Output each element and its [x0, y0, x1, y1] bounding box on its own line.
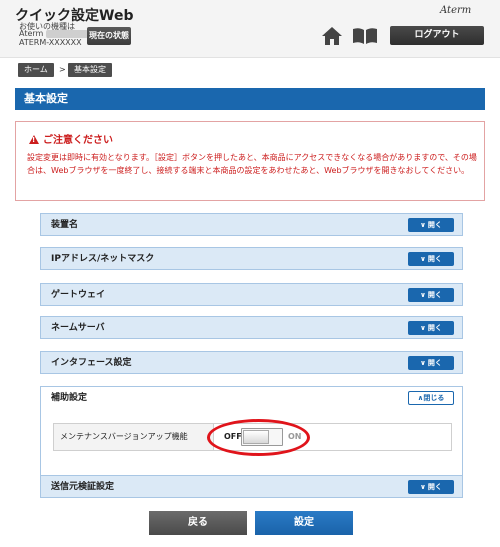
caution-text: 設定変更は即時に有効となります。［設定］ボタンを押したあと、本商品にアクセスでき… [27, 153, 477, 175]
open-button[interactable]: ∨ 開く [408, 218, 454, 232]
open-button[interactable]: ∨ 開く [408, 480, 454, 494]
section-name-server[interactable]: ネームサーバ ∨ 開く [40, 316, 463, 339]
chevron-down-icon: ∨ [420, 221, 426, 229]
section-label: IPアドレス/ネットマスク [51, 254, 155, 264]
open-button[interactable]: ∨ 開く [408, 356, 454, 370]
open-button-label: 開く [427, 483, 442, 491]
back-button[interactable]: 戻る [149, 511, 247, 535]
open-button-label: 開く [427, 359, 442, 367]
caution-box: ご注意ください 設定変更は即時に有効となります。［設定］ボタンを押したあと、本商… [15, 121, 485, 201]
section-source-verification[interactable]: 送信元検証設定 ∨ 開く [40, 475, 463, 498]
warning-icon [29, 135, 39, 144]
caution-heading-text: ご注意ください [43, 135, 113, 146]
section-gateway[interactable]: ゲートウェイ ∨ 開く [40, 283, 463, 306]
highlight-annotation [207, 419, 310, 456]
chevron-down-icon: ∨ [420, 483, 426, 491]
open-button[interactable]: ∨ 開く [408, 321, 454, 335]
section-auxiliary-settings[interactable]: 補助設定 ∧閉じる [40, 386, 463, 411]
breadcrumb-home[interactable]: ホーム [18, 63, 54, 77]
open-button-label: 開く [427, 255, 442, 263]
section-label: 装置名 [51, 220, 79, 230]
page-title: 基本設定 [15, 88, 485, 110]
chevron-down-icon: ∨ [420, 291, 426, 299]
logout-button[interactable]: ログアウト [390, 26, 484, 45]
section-ip-netmask[interactable]: IPアドレス/ネットマスク ∨ 開く [40, 247, 463, 270]
open-button-label: 開く [427, 221, 442, 229]
aterm-logo: Aterm [440, 5, 472, 16]
section-label: ネームサーバ [51, 323, 105, 333]
breadcrumb-current: 基本設定 [68, 63, 112, 77]
manual-book-icon[interactable] [352, 27, 378, 45]
open-button-label: 開く [427, 291, 442, 299]
model-name-text: Aterm [19, 29, 44, 38]
chevron-down-icon: ∨ [420, 255, 426, 263]
section-label: 補助設定 [51, 393, 88, 403]
caution-heading: ご注意ください [29, 131, 113, 146]
open-button[interactable]: ∨ 開く [408, 252, 454, 266]
section-label: 送信元検証設定 [51, 482, 115, 492]
section-label: ゲートウェイ [51, 290, 106, 300]
chevron-down-icon: ∨ [420, 324, 426, 332]
breadcrumb-separator: > [59, 65, 66, 74]
open-button[interactable]: ∨ 開く [408, 288, 454, 302]
section-interface-settings[interactable]: インタフェース設定 ∨ 開く [40, 351, 463, 374]
close-button[interactable]: ∧閉じる [408, 391, 454, 405]
section-device-name[interactable]: 装置名 ∨ 開く [40, 213, 463, 236]
home-icon[interactable] [321, 26, 343, 46]
chevron-down-icon: ∨ [420, 359, 426, 367]
open-button-label: 開く [427, 324, 442, 332]
model-name-redaction [46, 29, 89, 38]
model-name: Aterm [19, 29, 89, 38]
setting-label: メンテナンスバージョンアップ機能 [54, 424, 214, 450]
apply-button[interactable]: 設定 [255, 511, 353, 535]
section-label: インタフェース設定 [51, 358, 132, 368]
model-id: ATERM-XXXXXX [19, 38, 82, 47]
close-button-label: 閉じる [423, 394, 445, 402]
current-status-button[interactable]: 現在の状態 [87, 27, 131, 45]
header: クイック設定Web お使いの機種は Aterm ATERM-XXXXXX 現在の… [0, 0, 500, 58]
